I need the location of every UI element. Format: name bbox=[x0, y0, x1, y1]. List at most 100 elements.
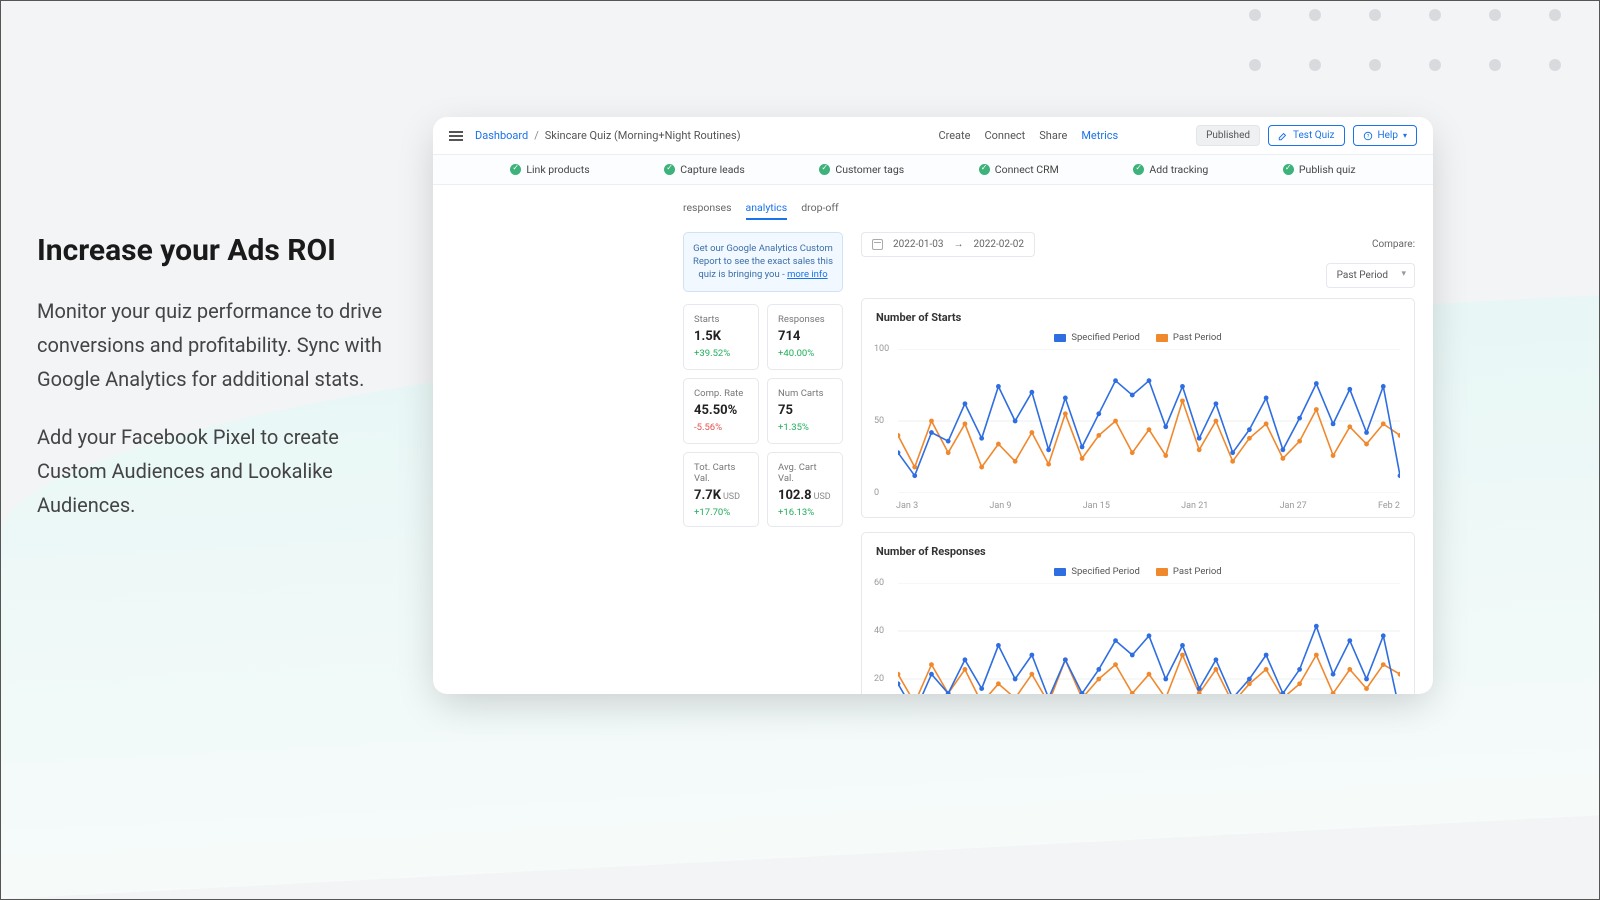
chart-area: 0204060 bbox=[876, 583, 1400, 694]
check-connect-crm[interactable]: Connect CRM bbox=[979, 163, 1059, 176]
chart-area: 050100Jan 3Jan 9Jan 15Jan 21Jan 27Feb 2 bbox=[876, 349, 1400, 509]
check-customer-tags[interactable]: Customer tags bbox=[819, 163, 904, 176]
kpi-delta: +16.13% bbox=[778, 507, 832, 518]
kpi-delta: +17.70% bbox=[694, 507, 748, 518]
hamburger-icon[interactable] bbox=[449, 131, 463, 141]
kpi-value: 102.8 bbox=[778, 488, 812, 503]
chart-title: Number of Starts bbox=[876, 311, 1400, 324]
check-icon bbox=[979, 164, 990, 175]
compare-value: Past Period bbox=[1337, 270, 1388, 281]
date-from: 2022-01-03 bbox=[893, 239, 944, 250]
kpi-delta: -5.56% bbox=[694, 422, 748, 433]
chevron-down-icon: ▾ bbox=[1403, 131, 1407, 140]
kpi-label: Starts bbox=[694, 314, 748, 325]
subtab-responses[interactable]: responses bbox=[683, 201, 732, 220]
kpi-value: 75 bbox=[778, 403, 832, 418]
check-icon bbox=[819, 164, 830, 175]
kpi-starts: Starts 1.5K +39.52% bbox=[683, 304, 759, 370]
legend-spec: Specified Period bbox=[1071, 566, 1140, 577]
check-label: Customer tags bbox=[835, 163, 904, 176]
onboarding-checklist: Link products Capture leads Customer tag… bbox=[433, 155, 1433, 185]
marketing-heading: Increase your Ads ROI bbox=[37, 233, 407, 268]
kpi-column: Get our Google Analytics Custom Report t… bbox=[683, 232, 843, 694]
ga-callout: Get our Google Analytics Custom Report t… bbox=[683, 232, 843, 292]
check-label: Publish quiz bbox=[1299, 163, 1356, 176]
top-nav: Create Connect Share Metrics bbox=[818, 129, 1118, 142]
legend-past: Past Period bbox=[1173, 566, 1222, 577]
compare-label: Compare: bbox=[1372, 239, 1415, 250]
nav-share[interactable]: Share bbox=[1039, 129, 1067, 142]
chart-title: Number of Responses bbox=[876, 545, 1400, 558]
breadcrumb-page: Skincare Quiz (Morning+Night Routines) bbox=[545, 129, 741, 142]
kpi-value: 714 bbox=[778, 329, 832, 344]
date-range-arrow: → bbox=[954, 239, 964, 250]
help-label: Help bbox=[1378, 130, 1398, 141]
check-label: Connect CRM bbox=[995, 163, 1059, 176]
nav-metrics[interactable]: Metrics bbox=[1081, 129, 1118, 142]
svg-text:?: ? bbox=[1366, 133, 1369, 139]
marketing-p1: Monitor your quiz performance to drive c… bbox=[37, 294, 407, 396]
test-quiz-label: Test Quiz bbox=[1293, 130, 1334, 141]
kpi-label: Avg. Cart Val. bbox=[778, 462, 832, 484]
compare-select[interactable]: Past Period bbox=[1326, 263, 1415, 288]
nav-connect[interactable]: Connect bbox=[984, 129, 1025, 142]
kpi-label: Responses bbox=[778, 314, 832, 325]
check-icon bbox=[510, 164, 521, 175]
kpi-delta: +40.00% bbox=[778, 348, 832, 359]
check-link-products[interactable]: Link products bbox=[510, 163, 589, 176]
chart-starts: Number of Starts Specified Period Past P… bbox=[861, 298, 1415, 518]
check-icon bbox=[664, 164, 675, 175]
kpi-delta: +1.35% bbox=[778, 422, 832, 433]
legend-spec: Specified Period bbox=[1071, 332, 1140, 343]
kpi-label: Comp. Rate bbox=[694, 388, 748, 399]
chart-responses: Number of Responses Specified Period Pas… bbox=[861, 532, 1415, 694]
test-quiz-button[interactable]: Test Quiz bbox=[1268, 125, 1344, 146]
kpi-avg-cart-val: Avg. Cart Val. 102.8USD +16.13% bbox=[767, 452, 843, 527]
chart-legend: Specified Period Past Period bbox=[876, 332, 1400, 343]
chart-legend: Specified Period Past Period bbox=[876, 566, 1400, 577]
kpi-value: 45.50% bbox=[694, 403, 748, 418]
kpi-num-carts: Num Carts 75 +1.35% bbox=[767, 378, 843, 444]
edit-icon bbox=[1278, 131, 1288, 141]
subtab-analytics[interactable]: analytics bbox=[746, 201, 788, 220]
app-window: Dashboard / Skincare Quiz (Morning+Night… bbox=[433, 117, 1433, 694]
kpi-responses: Responses 714 +40.00% bbox=[767, 304, 843, 370]
calendar-icon bbox=[872, 239, 883, 250]
breadcrumb-sep: / bbox=[534, 129, 539, 142]
marketing-p2: Add your Facebook Pixel to create Custom… bbox=[37, 420, 407, 522]
topbar: Dashboard / Skincare Quiz (Morning+Night… bbox=[433, 117, 1433, 155]
kpi-value: 7.7K bbox=[694, 488, 721, 503]
marketing-copy: Increase your Ads ROI Monitor your quiz … bbox=[37, 233, 407, 546]
check-label: Add tracking bbox=[1149, 163, 1208, 176]
date-to: 2022-02-02 bbox=[974, 239, 1025, 250]
check-label: Link products bbox=[526, 163, 589, 176]
check-capture-leads[interactable]: Capture leads bbox=[664, 163, 744, 176]
analytics-body: Get our Google Analytics Custom Report t… bbox=[433, 228, 1433, 694]
check-add-tracking[interactable]: Add tracking bbox=[1133, 163, 1208, 176]
kpi-delta: +39.52% bbox=[694, 348, 748, 359]
kpi-value: 1.5K bbox=[694, 329, 748, 344]
check-icon bbox=[1283, 164, 1294, 175]
topbar-actions: Published Test Quiz ? Help ▾ bbox=[1196, 125, 1417, 146]
date-range-picker[interactable]: 2022-01-03 → 2022-02-02 bbox=[861, 232, 1035, 257]
ga-more-info-link[interactable]: more info bbox=[787, 269, 828, 280]
status-published: Published bbox=[1196, 125, 1260, 146]
nav-create[interactable]: Create bbox=[938, 129, 970, 142]
check-publish-quiz[interactable]: Publish quiz bbox=[1283, 163, 1356, 176]
help-button[interactable]: ? Help ▾ bbox=[1353, 125, 1418, 146]
help-icon: ? bbox=[1363, 131, 1373, 141]
kpi-label: Tot. Carts Val. bbox=[694, 462, 748, 484]
breadcrumb-dashboard[interactable]: Dashboard bbox=[475, 129, 528, 142]
legend-past: Past Period bbox=[1173, 332, 1222, 343]
charts-column: 2022-01-03 → 2022-02-02 Compare: Past Pe… bbox=[861, 232, 1415, 694]
check-label: Capture leads bbox=[680, 163, 744, 176]
metrics-subtabs: responses analytics drop-off bbox=[433, 185, 1433, 228]
kpi-label: Num Carts bbox=[778, 388, 832, 399]
subtab-dropoff[interactable]: drop-off bbox=[801, 201, 838, 220]
analytics-controls: 2022-01-03 → 2022-02-02 Compare: bbox=[861, 232, 1415, 257]
kpi-comp-rate: Comp. Rate 45.50% -5.56% bbox=[683, 378, 759, 444]
kpi-tot-carts-val: Tot. Carts Val. 7.7KUSD +17.70% bbox=[683, 452, 759, 527]
check-icon bbox=[1133, 164, 1144, 175]
kpi-unit: USD bbox=[814, 492, 831, 502]
kpi-unit: USD bbox=[723, 492, 740, 502]
